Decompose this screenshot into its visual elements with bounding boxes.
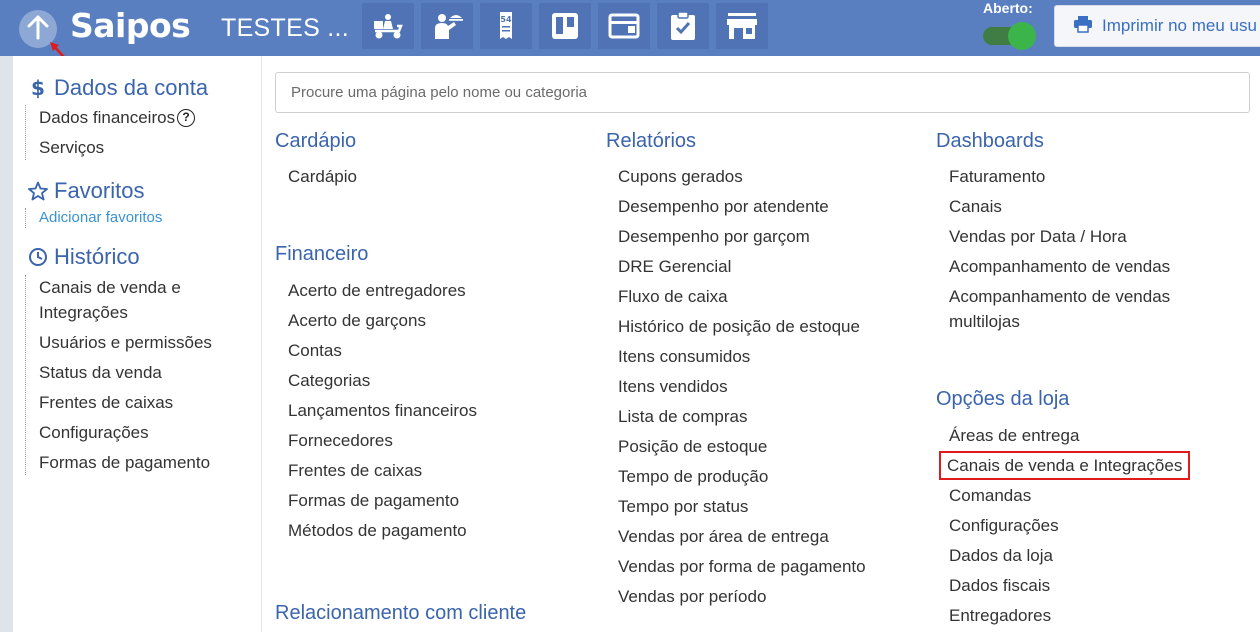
page-search-input[interactable]: [275, 72, 1250, 113]
quick-nav: 54: [362, 3, 768, 49]
store-icon[interactable]: [716, 3, 768, 49]
highlighted-link-sales-channels[interactable]: Canais de venda e Integrações: [938, 451, 1191, 480]
order-ticket-icon[interactable]: 54: [480, 3, 532, 49]
print-button-label: Imprimir no meu usu: [1102, 16, 1257, 35]
sidebar-section-history: Histórico: [27, 244, 140, 270]
card-icon[interactable]: [598, 3, 650, 49]
open-status-label: Aberto:: [983, 0, 1033, 16]
link-relatorio[interactable]: Desempenho por garçom: [618, 224, 866, 249]
store-name[interactable]: TESTES ...: [221, 12, 349, 44]
link-financeiro[interactable]: Categorias: [288, 368, 477, 393]
star-icon: [27, 181, 49, 201]
link-relatorio[interactable]: Histórico de posição de estoque: [618, 314, 866, 339]
group-title-opcoes-loja: Opções da loja: [936, 388, 1070, 410]
link-financeiro[interactable]: Fornecedores: [288, 428, 477, 453]
add-favorites-link[interactable]: Adicionar favoritos: [39, 208, 162, 228]
relatorios-links: Cupons gerados Desempenho por atendente …: [618, 164, 866, 614]
sidebar-item-label: Dados financeiros: [39, 108, 176, 127]
link-dashboard[interactable]: Vendas por Data / Hora: [949, 224, 1199, 249]
link-relatorio[interactable]: Tempo de produção: [618, 464, 866, 489]
link-cardapio[interactable]: Cardápio: [288, 164, 357, 189]
dashboards-links: Faturamento Canais Vendas por Data / Hor…: [949, 164, 1199, 339]
link-relatorio[interactable]: Itens consumidos: [618, 344, 866, 369]
link-relatorio[interactable]: Vendas por forma de pagamento: [618, 554, 866, 579]
checklist-icon[interactable]: [657, 3, 709, 49]
clock-icon: [27, 247, 49, 267]
link-dashboard[interactable]: Canais: [949, 194, 1199, 219]
link-dashboard[interactable]: Acompanhamento de vendas: [949, 254, 1199, 279]
link-relatorio[interactable]: Tempo por status: [618, 494, 866, 519]
link-relatorio[interactable]: Vendas por área de entrega: [618, 524, 866, 549]
group-title-relacionamento: Relacionamento com cliente: [275, 602, 527, 624]
link-opcao-loja[interactable]: Comandas: [949, 483, 1188, 508]
open-status-toggle[interactable]: [983, 22, 1036, 50]
account-list: Dados financeiros? Serviços: [25, 105, 196, 160]
sidebar-item-history[interactable]: Formas de pagamento: [39, 450, 230, 475]
link-financeiro[interactable]: Formas de pagamento: [288, 488, 477, 513]
link-financeiro[interactable]: Métodos de pagamento: [288, 518, 477, 543]
sidebar-section-favorites: Favoritos: [27, 178, 144, 204]
link-dashboard[interactable]: Faturamento: [949, 164, 1199, 189]
link-relatorio[interactable]: Fluxo de caixa: [618, 284, 866, 309]
sidebar-section-title: Dados da conta: [54, 75, 209, 100]
link-opcao-loja[interactable]: Configurações: [949, 513, 1188, 538]
link-financeiro[interactable]: Contas: [288, 338, 477, 363]
sidebar-item-history[interactable]: Configurações: [39, 420, 230, 445]
sidebar-section-account: $ Dados da conta: [27, 75, 208, 101]
link-dashboard[interactable]: Acompanhamento de vendas multilojas: [949, 284, 1199, 334]
opcoes-loja-links: Áreas de entrega Canais de venda e Integ…: [938, 423, 1191, 632]
group-title-cardapio: Cardápio: [275, 130, 357, 152]
link-financeiro[interactable]: Acerto de entregadores: [288, 278, 477, 303]
help-icon[interactable]: ?: [177, 108, 196, 127]
cardapio-links: Cardápio: [288, 164, 357, 194]
sidebar-item-history[interactable]: Canais de venda e Integrações: [39, 275, 230, 325]
history-list: Canais de venda e Integrações Usuários e…: [25, 275, 230, 475]
printer-icon: [1073, 15, 1093, 38]
link-relatorio[interactable]: Itens vendidos: [618, 374, 866, 399]
link-relatorio[interactable]: DRE Gerencial: [618, 254, 866, 279]
link-relatorio[interactable]: Vendas por período: [618, 584, 866, 609]
financeiro-links: Acerto de entregadores Acerto de garçons…: [288, 278, 477, 548]
svg-text:54: 54: [500, 15, 512, 24]
group-title-financeiro: Financeiro: [275, 243, 369, 265]
left-gutter: [0, 56, 13, 632]
link-opcao-loja[interactable]: Entregadores: [949, 603, 1188, 628]
link-relatorio[interactable]: Posição de estoque: [618, 434, 866, 459]
sidebar-item-services[interactable]: Serviços: [39, 135, 195, 160]
group-title-dashboards: Dashboards: [936, 130, 1044, 152]
delivery-scooter-icon[interactable]: [362, 3, 414, 49]
saipos-logo[interactable]: Saipos: [70, 4, 191, 48]
link-opcao-loja[interactable]: Dados da loja: [949, 543, 1188, 568]
group-title-relatorios: Relatórios: [606, 130, 697, 152]
top-bar: Saipos TESTES ... 54 Aberto: Imprimir no…: [0, 0, 1260, 56]
favorites-list: Adicionar favoritos: [25, 208, 162, 228]
print-button[interactable]: Imprimir no meu usu: [1054, 5, 1260, 47]
link-opcao-loja[interactable]: Dados fiscais: [949, 573, 1188, 598]
toggle-knob: [1008, 22, 1036, 50]
sidebar-section-title: Favoritos: [54, 178, 145, 203]
svg-text:$: $: [31, 77, 45, 99]
sidebar: $ Dados da conta Dados financeiros? Serv…: [13, 56, 262, 632]
waiter-icon[interactable]: [421, 3, 473, 49]
sidebar-item-history[interactable]: Usuários e permissões: [39, 330, 230, 355]
link-relatorio[interactable]: Lista de compras: [618, 404, 866, 429]
link-financeiro[interactable]: Lançamentos financeiros: [288, 398, 477, 423]
link-relatorio[interactable]: Cupons gerados: [618, 164, 866, 189]
link-opcao-loja[interactable]: Canais de venda e Integrações: [938, 451, 1191, 480]
link-financeiro[interactable]: Acerto de garçons: [288, 308, 477, 333]
link-relatorio[interactable]: Desempenho por atendente: [618, 194, 866, 219]
kanban-icon[interactable]: [539, 3, 591, 49]
link-financeiro[interactable]: Frentes de caixas: [288, 458, 477, 483]
sidebar-item-history[interactable]: Status da venda: [39, 360, 230, 385]
dollar-icon: $: [27, 77, 49, 99]
sidebar-section-title: Histórico: [54, 244, 140, 269]
sidebar-item-financial-data[interactable]: Dados financeiros?: [39, 105, 196, 130]
link-opcao-loja[interactable]: Áreas de entrega: [949, 423, 1188, 448]
sidebar-item-history[interactable]: Frentes de caixas: [39, 390, 230, 415]
